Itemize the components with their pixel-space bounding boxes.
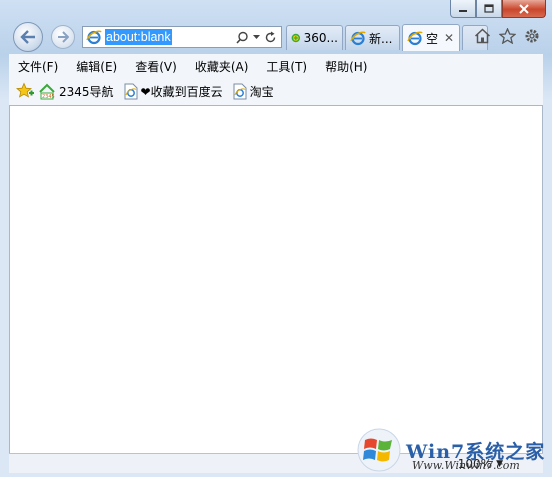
2345-icon: 2345 bbox=[39, 83, 55, 100]
address-bar[interactable]: about:blank bbox=[82, 26, 282, 48]
tab-label: 新... bbox=[369, 31, 393, 46]
tab-360[interactable]: 360... bbox=[286, 25, 343, 50]
forward-button[interactable] bbox=[51, 25, 75, 49]
favorite-label: ❤收藏到百度云 bbox=[140, 85, 223, 99]
menu-edit[interactable]: 编辑(E) bbox=[67, 58, 126, 75]
add-favorite-star-icon bbox=[15, 81, 34, 98]
minimize-icon bbox=[459, 9, 467, 12]
address-input[interactable]: about:blank bbox=[105, 29, 172, 45]
favorite-item-2345[interactable]: 2345 2345导航 bbox=[38, 83, 114, 100]
ie-page-icon bbox=[233, 83, 247, 100]
tab-strip: 360... 新... 空 ✕ bbox=[286, 24, 490, 51]
search-icon[interactable] bbox=[236, 31, 249, 44]
home-icon[interactable] bbox=[474, 28, 491, 44]
favorite-item-taobao[interactable]: 淘宝 bbox=[233, 83, 274, 100]
menu-help[interactable]: 帮助(H) bbox=[316, 58, 376, 75]
close-button[interactable] bbox=[502, 0, 546, 18]
dropdown-arrow-icon[interactable] bbox=[253, 34, 260, 40]
tab-label: 空 bbox=[426, 31, 439, 46]
window-caption-buttons bbox=[450, 0, 546, 18]
menu-favorites[interactable]: 收藏夹(A) bbox=[186, 58, 258, 75]
ie-icon bbox=[86, 30, 102, 45]
favorite-label: 2345导航 bbox=[59, 85, 114, 99]
arrow-right-icon bbox=[58, 31, 69, 43]
menu-tools[interactable]: 工具(T) bbox=[257, 58, 316, 75]
ie-page-icon bbox=[124, 83, 138, 100]
menu-view[interactable]: 查看(V) bbox=[126, 58, 186, 75]
menu-bar: 文件(F) 编辑(E) 查看(V) 收藏夹(A) 工具(T) 帮助(H) bbox=[9, 54, 543, 78]
ie-icon bbox=[350, 31, 366, 46]
favorite-label: 淘宝 bbox=[249, 85, 274, 99]
360-icon bbox=[291, 33, 301, 43]
tab-label: 360... bbox=[303, 31, 338, 45]
browser-window: about:blank 360... 新... 空 ✕ 文件(F) 编辑(E) … bbox=[0, 0, 552, 477]
ie-icon bbox=[407, 31, 423, 46]
maximize-icon bbox=[484, 4, 494, 13]
svg-text:2345: 2345 bbox=[42, 94, 55, 100]
tab-blank-active[interactable]: 空 ✕ bbox=[402, 24, 460, 51]
windows-logo-icon bbox=[357, 428, 401, 472]
refresh-icon[interactable] bbox=[264, 31, 277, 44]
favorites-star-icon[interactable] bbox=[499, 28, 516, 44]
watermark-url: Www.Winwin7.com bbox=[412, 459, 520, 472]
tab-new[interactable]: 新... bbox=[345, 25, 400, 50]
command-icons bbox=[474, 28, 540, 44]
close-tab-icon[interactable]: ✕ bbox=[444, 31, 454, 45]
settings-gear-icon[interactable] bbox=[524, 28, 540, 44]
add-favorite-button[interactable] bbox=[15, 81, 34, 102]
back-button[interactable] bbox=[13, 22, 43, 52]
minimize-button[interactable] bbox=[450, 0, 476, 18]
close-icon bbox=[519, 3, 529, 14]
menu-file[interactable]: 文件(F) bbox=[9, 58, 67, 75]
page-content-area[interactable] bbox=[9, 106, 543, 453]
arrow-left-icon bbox=[20, 30, 35, 44]
favorite-item-baidu-cloud[interactable]: ❤收藏到百度云 bbox=[124, 83, 223, 100]
maximize-button[interactable] bbox=[476, 0, 502, 18]
favorites-bar: 2345 2345导航 ❤收藏到百度云 淘宝 bbox=[9, 78, 543, 106]
